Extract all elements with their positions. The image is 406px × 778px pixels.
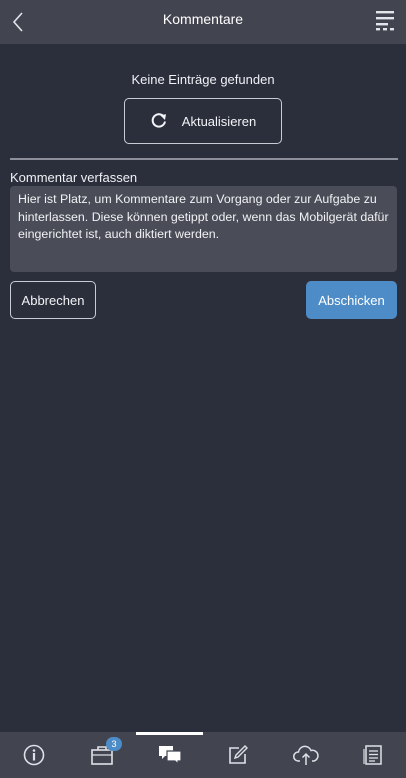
tab-edit[interactable] (204, 732, 271, 778)
tab-comments[interactable] (136, 732, 203, 778)
cloud-upload-icon (292, 745, 319, 765)
info-icon (23, 744, 44, 766)
menu-button[interactable] (374, 9, 400, 33)
tab-upload[interactable] (272, 732, 339, 778)
cancel-button[interactable]: Abbrechen (10, 281, 96, 319)
section-divider (10, 158, 398, 160)
bottom-tab-bar: 3 (0, 732, 406, 778)
send-button[interactable]: Abschicken (306, 281, 397, 319)
refresh-button[interactable]: Aktualisieren (124, 98, 282, 144)
comment-textarea[interactable]: Hier ist Platz, um Kommentare zum Vorgan… (10, 186, 397, 272)
tasks-count-badge: 3 (106, 737, 122, 751)
compose-label: Kommentar verfassen (10, 170, 138, 185)
comments-icon (158, 746, 182, 766)
tab-documents[interactable] (339, 732, 406, 778)
document-list-icon (362, 745, 382, 765)
menu-lines-icon (376, 11, 394, 31)
tab-tasks[interactable]: 3 (68, 732, 135, 778)
page-title: Kommentare (162, 11, 244, 27)
empty-list-message: Keine Einträge gefunden (131, 72, 275, 87)
edit-icon (228, 745, 248, 764)
refresh-icon (151, 113, 166, 128)
tab-info[interactable] (0, 732, 67, 778)
top-bar: Kommentare (0, 0, 406, 44)
refresh-button-label: Aktualisieren (181, 113, 257, 129)
